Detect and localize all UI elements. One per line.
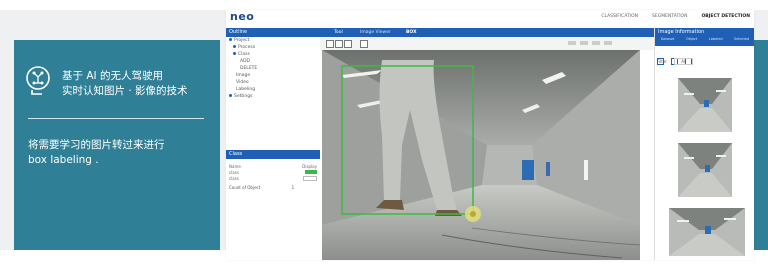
tree-item-add[interactable]: ADD <box>226 58 320 65</box>
nav-segmentation[interactable]: SEGMENTATION <box>652 14 687 19</box>
divider <box>28 118 204 119</box>
zoom-in-icon[interactable] <box>580 41 588 45</box>
nav-object-detection[interactable]: OBJECT DETECTION <box>701 14 750 19</box>
tree-item-settings[interactable]: Settings <box>226 93 320 100</box>
app-logo: neo <box>230 10 255 23</box>
promo-panel-right-edge <box>752 40 768 250</box>
thumbnail-tools <box>657 50 753 65</box>
viewer-panel: Tool Image Viewer BOX <box>320 28 654 260</box>
description-line-1: 将需要学习的图片转过来进行 <box>28 139 165 151</box>
move-tool-icon[interactable] <box>344 40 352 48</box>
reset-icon[interactable] <box>604 41 612 45</box>
image-info-columns: Dataset Object Labeled Selected <box>655 37 754 46</box>
description-line-2: box labeling . <box>28 154 99 166</box>
tree-dot-icon <box>229 94 232 97</box>
object-count: Count of Object 1 <box>229 185 295 190</box>
thumbnail-image <box>678 143 732 197</box>
image-info-panel: Image Information Dataset Object Labeled… <box>654 28 754 260</box>
outline-panel: Outline Project Process Class ADD DELETE… <box>226 28 321 150</box>
fit-icon[interactable] <box>592 41 600 45</box>
tab-image-viewer[interactable]: Image Viewer <box>360 28 391 37</box>
class-color-swatch[interactable] <box>303 175 317 181</box>
tree-item-project[interactable]: Project <box>226 37 320 44</box>
tree-dot-icon <box>233 52 236 55</box>
thumbnail-item-selected[interactable] <box>669 208 745 256</box>
tree-item-video[interactable]: Video <box>226 79 320 86</box>
image-info-title: Image Information <box>655 28 754 37</box>
tree-item-labeling[interactable]: Labeling <box>226 86 320 93</box>
edit-tool-icon[interactable] <box>360 40 368 48</box>
class-color-swatch[interactable] <box>305 170 317 174</box>
tab-bar: Tool Image Viewer BOX <box>320 28 654 37</box>
class-row[interactable]: class <box>229 175 317 181</box>
nav-classification[interactable]: CLASSIFICATION <box>601 14 638 19</box>
headline-line-2: 实时认知图片 · 影像的技术 <box>62 85 188 97</box>
tree-item-delete[interactable]: DELETE <box>226 65 320 72</box>
tab-box[interactable]: BOX <box>406 28 417 37</box>
select-tool-icon[interactable] <box>326 40 334 48</box>
class-panel: Class Name Display class class Count of … <box>226 150 321 260</box>
top-bar: neo CLASSIFICATION SEGMENTATION OBJECT D… <box>226 10 754 24</box>
tree-item-image[interactable]: Image <box>226 72 320 79</box>
tree-dot-icon <box>233 45 236 48</box>
thumbnail-image <box>678 78 732 132</box>
class-panel-title: Class <box>226 150 320 159</box>
headline-line-1: 基于 AI 的无人驾驶用 <box>62 70 163 82</box>
outline-tree: Project Process Class ADD DELETE Image V… <box>226 37 320 100</box>
box-tool-icon[interactable] <box>335 40 343 48</box>
thumbnail-image <box>669 208 745 256</box>
image-canvas[interactable] <box>322 50 640 260</box>
top-nav: CLASSIFICATION SEGMENTATION OBJECT DETEC… <box>601 14 750 19</box>
filter-row: Filter All <box>657 58 753 65</box>
tab-tool[interactable]: Tool <box>334 28 343 37</box>
viewer-toolbar <box>320 37 654 50</box>
thumbnail-item[interactable] <box>678 143 732 197</box>
app-window: neo CLASSIFICATION SEGMENTATION OBJECT D… <box>226 10 754 260</box>
tree-item-process[interactable]: Process <box>226 44 320 51</box>
corridor-image <box>322 50 640 260</box>
zoom-out-icon[interactable] <box>568 41 576 45</box>
tree-dot-icon <box>229 38 232 41</box>
outline-title: Outline <box>226 28 320 37</box>
filter-select[interactable]: All <box>674 58 694 65</box>
ai-brain-icon <box>26 66 50 95</box>
thumbnail-item[interactable] <box>678 78 732 132</box>
class-table: Name Display class class <box>229 163 317 181</box>
tree-item-class[interactable]: Class <box>226 51 320 58</box>
